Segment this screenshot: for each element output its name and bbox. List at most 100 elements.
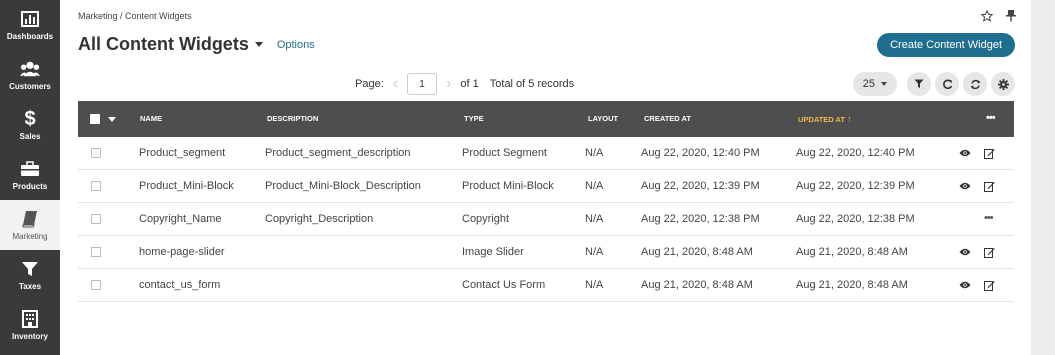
cell-name: home-page-slider: [139, 246, 225, 258]
edit-icon[interactable]: [982, 245, 996, 259]
column-header-name[interactable]: NAME: [140, 101, 162, 137]
column-header-label: UPDATED AT: [798, 115, 845, 124]
sidebar: Dashboards Customers $ Sales Products Ma…: [0, 0, 60, 355]
sidebar-item-dashboards[interactable]: Dashboards: [0, 0, 60, 50]
sidebar-item-taxes[interactable]: Taxes: [0, 250, 60, 300]
view-icon[interactable]: [958, 146, 972, 160]
reset-button[interactable]: [935, 72, 959, 96]
sidebar-item-label: Inventory: [11, 332, 48, 341]
cell-updated-at: Aug 21, 2020, 8:48 AM: [796, 279, 908, 291]
sort-ascending-icon: ↑: [847, 114, 852, 124]
star-icon[interactable]: [981, 10, 993, 22]
edit-icon[interactable]: [982, 278, 996, 292]
sidebar-item-label: Products: [12, 182, 48, 191]
column-header-layout[interactable]: LAYOUT: [588, 101, 618, 137]
row-checkbox[interactable]: [91, 247, 101, 257]
column-header-updated-at[interactable]: UPDATED AT ↑: [798, 101, 852, 137]
scrollbar-track[interactable]: [1031, 0, 1055, 355]
cell-type: Image Slider: [462, 246, 524, 258]
select-all-checkbox[interactable]: [90, 114, 100, 124]
edit-icon[interactable]: [982, 146, 996, 160]
sidebar-item-label: Marketing: [12, 232, 48, 241]
funnel-icon: [20, 259, 40, 279]
chevron-right-icon[interactable]: ›: [446, 76, 451, 92]
row-checkbox[interactable]: [91, 280, 101, 290]
page-number-input[interactable]: [407, 73, 438, 95]
sidebar-item-inventory[interactable]: Inventory: [0, 300, 60, 350]
breadcrumb[interactable]: Marketing / Content Widgets: [78, 11, 192, 21]
table-row[interactable]: Copyright_Name Copyright_Description Cop…: [78, 203, 1014, 236]
chevron-down-icon: [881, 82, 887, 86]
cell-layout: N/A: [585, 279, 604, 291]
sidebar-item-label: Customers: [9, 82, 51, 91]
refresh-icon: [970, 79, 980, 89]
create-content-widget-button[interactable]: Create Content Widget: [877, 33, 1015, 57]
cell-created-at: Aug 22, 2020, 12:39 PM: [641, 180, 760, 192]
page-size-value: 25: [862, 78, 875, 90]
settings-button[interactable]: [991, 72, 1015, 96]
cell-description: Product_segment_description: [265, 147, 411, 159]
gear-icon: [997, 78, 1009, 90]
cell-layout: N/A: [585, 213, 604, 225]
briefcase-icon: [20, 159, 40, 179]
cell-description: Product_Mini-Block_Description: [265, 180, 421, 192]
title-row: All Content Widgets Options: [78, 34, 315, 55]
options-link[interactable]: Options: [277, 39, 315, 51]
pagination: Page: ‹ › of 1 Total of 5 records: [355, 73, 574, 95]
cell-created-at: Aug 22, 2020, 12:40 PM: [641, 147, 760, 159]
table-row[interactable]: Product_segment Product_segment_descript…: [78, 137, 1014, 170]
table-row[interactable]: Product_Mini-Block Product_Mini-Block_De…: [78, 170, 1014, 203]
cell-layout: N/A: [585, 147, 604, 159]
page-count: of 1: [460, 78, 479, 90]
view-icon[interactable]: [958, 179, 972, 193]
chevron-down-icon[interactable]: [108, 117, 116, 122]
cell-type: Copyright: [462, 213, 510, 225]
view-icon[interactable]: [958, 278, 972, 292]
cell-updated-at: Aug 22, 2020, 12:38 PM: [796, 213, 915, 225]
content-widgets-table: NAME DESCRIPTION TYPE LAYOUT CREATED AT …: [78, 101, 1014, 302]
sidebar-item-label: Taxes: [18, 282, 42, 291]
cell-created-at: Aug 21, 2020, 8:48 AM: [641, 279, 753, 291]
column-header-type[interactable]: TYPE: [464, 101, 484, 137]
dollar-icon: $: [24, 107, 36, 130]
cell-type: Product Segment: [462, 147, 547, 159]
view-icon[interactable]: [958, 245, 972, 259]
sidebar-item-sales[interactable]: $ Sales: [0, 100, 60, 150]
funnel-icon: [914, 79, 924, 88]
filter-button[interactable]: [907, 72, 931, 96]
cell-name: Copyright_Name: [139, 213, 222, 225]
chart-icon: [20, 9, 40, 29]
sidebar-item-label: Sales: [19, 132, 41, 141]
table-header: NAME DESCRIPTION TYPE LAYOUT CREATED AT …: [78, 101, 1014, 137]
total-records: Total of 5 records: [489, 78, 575, 90]
sidebar-item-customers[interactable]: Customers: [0, 50, 60, 100]
cell-layout: N/A: [585, 246, 604, 258]
cell-created-at: Aug 22, 2020, 12:38 PM: [641, 213, 760, 225]
page-size-select[interactable]: 25: [852, 72, 897, 96]
cell-type: Product Mini-Block: [462, 180, 554, 192]
users-icon: [20, 59, 40, 79]
pin-icon[interactable]: [1005, 10, 1017, 22]
row-actions-more-icon[interactable]: •••: [984, 203, 994, 233]
row-checkbox[interactable]: [91, 214, 101, 224]
building-icon: [20, 309, 40, 329]
sidebar-item-marketing[interactable]: Marketing: [0, 200, 60, 250]
row-checkbox[interactable]: [91, 181, 101, 191]
table-row[interactable]: home-page-slider Image Slider N/A Aug 21…: [78, 236, 1014, 269]
cell-type: Contact Us Form: [462, 279, 546, 291]
page-actions: [981, 10, 1017, 22]
column-menu-icon[interactable]: •••: [986, 101, 996, 135]
chevron-left-icon[interactable]: ‹: [393, 76, 398, 92]
edit-icon[interactable]: [982, 179, 996, 193]
row-checkbox[interactable]: [91, 148, 101, 158]
reset-icon: [942, 79, 952, 89]
page-label: Page:: [355, 78, 384, 90]
refresh-button[interactable]: [963, 72, 987, 96]
column-header-created-at[interactable]: CREATED AT: [644, 101, 691, 137]
book-icon: [20, 209, 40, 229]
column-header-description[interactable]: DESCRIPTION: [267, 101, 318, 137]
cell-name: contact_us_form: [139, 279, 221, 291]
title-dropdown-icon[interactable]: [254, 42, 263, 47]
table-row[interactable]: contact_us_form Contact Us Form N/A Aug …: [78, 269, 1014, 302]
sidebar-item-products[interactable]: Products: [0, 150, 60, 200]
